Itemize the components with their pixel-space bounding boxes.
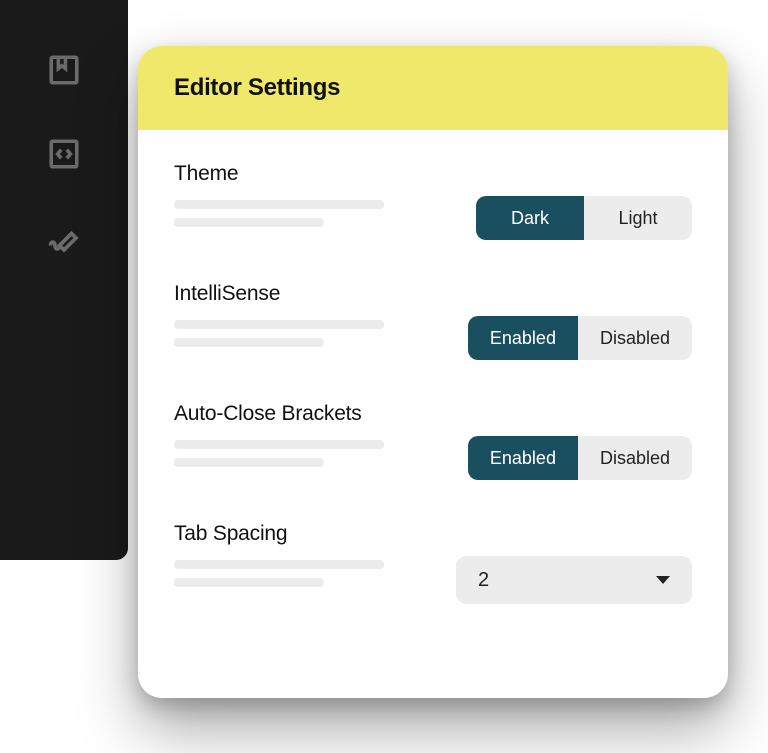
intellisense-enabled-button[interactable]: Enabled bbox=[468, 316, 578, 360]
tabspacing-value: 2 bbox=[478, 569, 489, 592]
pencil-squiggle-icon[interactable] bbox=[46, 220, 82, 256]
autoclose-description-placeholder bbox=[174, 440, 448, 467]
panel-body: Theme Dark Light IntelliSense Enabl bbox=[138, 130, 728, 644]
autoclose-disabled-button[interactable]: Disabled bbox=[578, 436, 692, 480]
bookmark-icon[interactable] bbox=[46, 52, 82, 88]
editor-settings-panel: Editor Settings Theme Dark Light Intelli… bbox=[138, 46, 728, 698]
setting-autoclose: Auto-Close Brackets Enabled Disabled bbox=[174, 402, 692, 480]
panel-title: Editor Settings bbox=[174, 74, 692, 102]
code-icon[interactable] bbox=[46, 136, 82, 172]
chevron-down-icon bbox=[656, 576, 670, 584]
intellisense-toggle: Enabled Disabled bbox=[468, 316, 692, 360]
intellisense-disabled-button[interactable]: Disabled bbox=[578, 316, 692, 360]
setting-intellisense: IntelliSense Enabled Disabled bbox=[174, 282, 692, 360]
tabspacing-select[interactable]: 2 bbox=[456, 556, 692, 604]
intellisense-label: IntelliSense bbox=[174, 282, 448, 306]
tabspacing-label: Tab Spacing bbox=[174, 522, 436, 546]
theme-toggle: Dark Light bbox=[476, 196, 692, 240]
autoclose-toggle: Enabled Disabled bbox=[468, 436, 692, 480]
theme-light-button[interactable]: Light bbox=[584, 196, 692, 240]
theme-dark-button[interactable]: Dark bbox=[476, 196, 584, 240]
autoclose-enabled-button[interactable]: Enabled bbox=[468, 436, 578, 480]
setting-theme: Theme Dark Light bbox=[174, 162, 692, 240]
theme-label: Theme bbox=[174, 162, 456, 186]
panel-header: Editor Settings bbox=[138, 46, 728, 130]
intellisense-description-placeholder bbox=[174, 320, 448, 347]
sidebar bbox=[0, 0, 128, 560]
setting-tabspacing: Tab Spacing 2 bbox=[174, 522, 692, 604]
autoclose-label: Auto-Close Brackets bbox=[174, 402, 448, 426]
tabspacing-description-placeholder bbox=[174, 560, 436, 587]
theme-description-placeholder bbox=[174, 200, 456, 227]
